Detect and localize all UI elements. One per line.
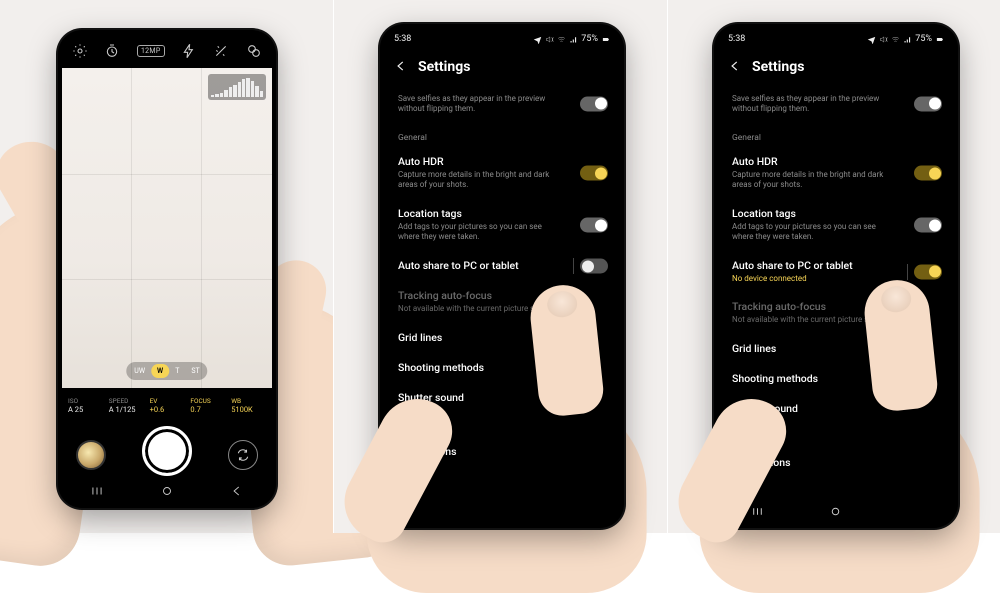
grid-line	[201, 68, 202, 388]
toggle-selfie[interactable]	[580, 96, 608, 111]
row-autohdr[interactable]: Auto HDR Capture more details in the bri…	[384, 147, 620, 199]
row-title: Auto HDR	[732, 155, 940, 168]
signal-icon	[569, 35, 578, 44]
settings-title: Settings	[418, 59, 470, 75]
home-icon[interactable]	[160, 484, 174, 498]
airplane-icon	[533, 35, 542, 44]
row-desc: Add tags to your pictures so you can see…	[732, 222, 940, 242]
zoom-t[interactable]: T	[169, 364, 185, 378]
camera-top-bar: 12MP	[62, 34, 272, 68]
home-icon[interactable]	[829, 505, 842, 518]
camera-app: 12MP UW W	[62, 34, 272, 504]
row-desc: Capture more details in the bright and d…	[732, 170, 940, 190]
section-general: General	[384, 123, 620, 147]
status-bar: 5:38 75%	[384, 28, 620, 50]
section-general: General	[718, 123, 954, 147]
toggle-location[interactable]	[580, 218, 608, 233]
switch-camera-button[interactable]	[228, 440, 258, 470]
recents-icon[interactable]	[751, 505, 764, 518]
shutter-button[interactable]	[142, 426, 192, 476]
status-time: 5:38	[394, 34, 411, 44]
wifi-icon	[891, 35, 900, 44]
panel-settings-after: 5:38 75% Settings Sav	[667, 0, 1000, 533]
row-autohdr[interactable]: Auto HDR Capture more details in the bri…	[718, 147, 954, 199]
row-title: Location tags	[732, 207, 940, 220]
wifi-icon	[557, 35, 566, 44]
timer-icon[interactable]	[104, 43, 120, 59]
status-time: 5:38	[728, 34, 745, 44]
histogram	[208, 74, 266, 100]
param-focus[interactable]: FOCUS0.7	[190, 388, 225, 422]
zoom-w[interactable]: W	[151, 364, 169, 378]
gallery-thumbnail[interactable]	[76, 440, 106, 470]
gear-icon[interactable]	[72, 43, 88, 59]
mute-icon	[545, 35, 554, 44]
grid-line	[131, 68, 132, 388]
row-location[interactable]: Location tags Add tags to your pictures …	[384, 199, 620, 251]
zoom-selector[interactable]: UW W T ST	[126, 362, 207, 380]
back-button[interactable]	[728, 59, 742, 76]
mute-icon	[879, 35, 888, 44]
zoom-st[interactable]: ST	[185, 364, 205, 378]
toggle-autoshare[interactable]	[580, 259, 608, 274]
camera-bottom	[62, 422, 272, 504]
row-title: Auto share to PC or tablet	[732, 259, 940, 272]
recents-icon[interactable]	[90, 484, 104, 498]
back-icon[interactable]	[230, 484, 244, 498]
grid-line	[62, 279, 272, 280]
divider	[573, 258, 574, 274]
flash-icon[interactable]	[181, 43, 197, 59]
param-wb[interactable]: WB5100K	[231, 388, 266, 422]
grid-line	[62, 174, 272, 175]
param-speed[interactable]: SPEEDA 1/125	[109, 388, 144, 422]
row-title: Auto HDR	[398, 155, 606, 168]
toggle-location[interactable]	[914, 218, 942, 233]
row-autoshare[interactable]: Auto share to PC or tablet	[384, 251, 620, 281]
settings-title: Settings	[752, 59, 804, 75]
settings-header: Settings	[384, 50, 620, 84]
row-autoshare[interactable]: Auto share to PC or tablet No device con…	[718, 251, 954, 292]
system-navbar	[718, 498, 954, 524]
row-selfie[interactable]: Save selfies as they appear in the previ…	[718, 84, 954, 123]
row-selfie[interactable]: Save selfies as they appear in the previ…	[384, 84, 620, 123]
param-ev[interactable]: EV+0.6	[150, 388, 185, 422]
airplane-icon	[867, 35, 876, 44]
toggle-autohdr[interactable]	[580, 166, 608, 181]
battery-icon	[601, 35, 610, 44]
row-title: Auto share to PC or tablet	[398, 259, 606, 272]
effects-icon[interactable]	[213, 43, 229, 59]
resolution-chip[interactable]: 12MP	[137, 45, 165, 57]
battery-icon	[935, 35, 944, 44]
battery-label: 75%	[581, 34, 598, 44]
status-bar: 5:38 75%	[718, 28, 954, 50]
param-iso[interactable]: ISOA 25	[68, 388, 103, 422]
row-desc: Capture more details in the bright and d…	[398, 170, 606, 190]
panel-settings-before: 5:38 75% Settings Sav	[333, 0, 667, 533]
row-location[interactable]: Location tags Add tags to your pictures …	[718, 199, 954, 251]
settings-header: Settings	[718, 50, 954, 84]
battery-label: 75%	[915, 34, 932, 44]
divider	[907, 264, 908, 280]
row-desc: Add tags to your pictures so you can see…	[398, 222, 606, 242]
ratio-icon[interactable]	[246, 43, 262, 59]
zoom-uw[interactable]: UW	[128, 364, 151, 378]
system-navbar	[62, 482, 272, 500]
signal-icon	[903, 35, 912, 44]
back-button[interactable]	[394, 59, 408, 76]
viewfinder[interactable]: UW W T ST	[62, 68, 272, 388]
row-desc: Save selfies as they appear in the previ…	[732, 94, 940, 114]
phone-frame: 12MP UW W	[58, 30, 276, 508]
toggle-autohdr[interactable]	[914, 166, 942, 181]
screen: 12MP UW W	[62, 34, 272, 504]
row-title: Location tags	[398, 207, 606, 220]
status-icons: 75%	[867, 34, 944, 44]
pro-params: ISOA 25 SPEEDA 1/125 EV+0.6 FOCUS0.7 WB5…	[62, 388, 272, 422]
status-icons: 75%	[533, 34, 610, 44]
toggle-autoshare[interactable]	[914, 264, 942, 279]
row-desc: Save selfies as they appear in the previ…	[398, 94, 606, 114]
toggle-selfie[interactable]	[914, 96, 942, 111]
panel-camera: 12MP UW W	[0, 0, 333, 533]
